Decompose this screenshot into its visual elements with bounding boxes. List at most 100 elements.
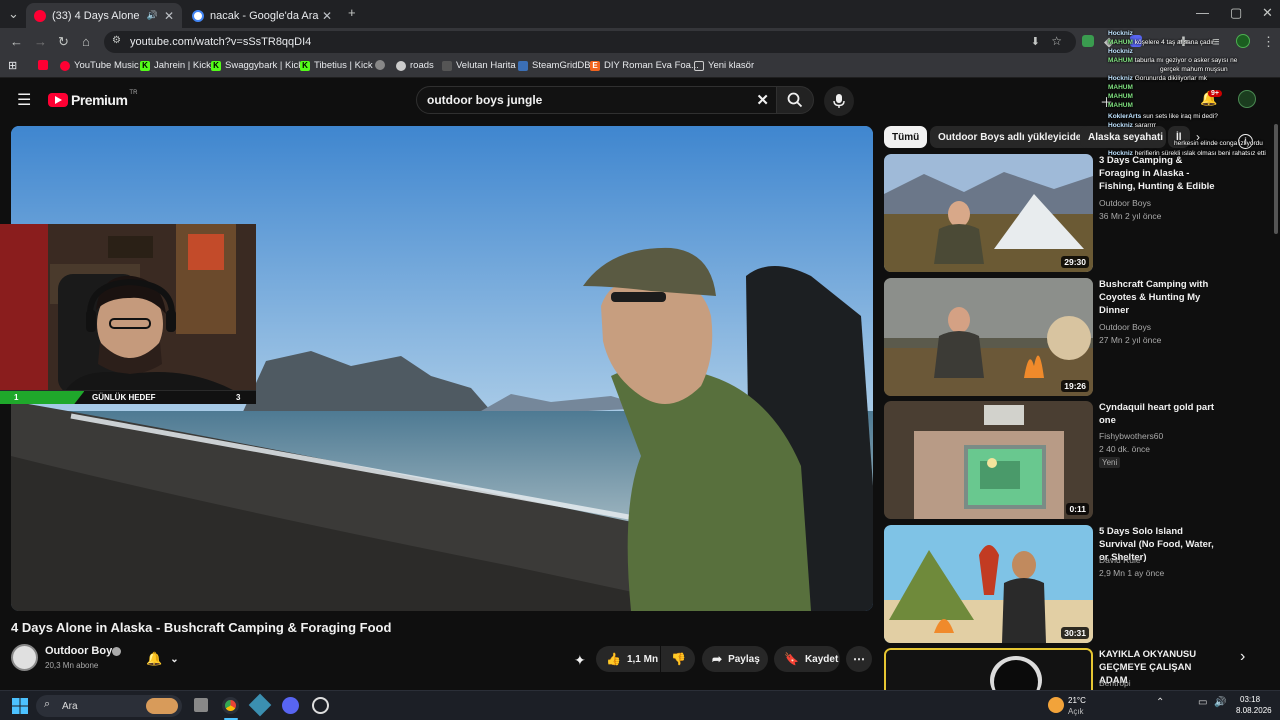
taskbar-search[interactable]: ⌕ Ara: [36, 695, 182, 717]
apps-grid-icon[interactable]: ⊞: [8, 59, 17, 72]
daily-goal-bar: 1 GÜNLÜK HEDEF 3: [0, 390, 256, 404]
dislike-button[interactable]: 👎: [661, 646, 695, 672]
save-label: Kaydet: [804, 653, 839, 665]
channel-name[interactable]: Bentropi: [1099, 678, 1131, 688]
close-tab-icon[interactable]: ✕: [164, 9, 174, 23]
share-button[interactable]: ➦ Paylaş: [702, 646, 768, 672]
bookmark-label: Tibetius | Kick: [314, 60, 373, 71]
url-text: youtube.com/watch?v=sSsTR8qqDI4: [130, 36, 312, 48]
goal-current: 1: [14, 393, 19, 402]
tab-youtube[interactable]: (33) 4 Days Alone in Alaska 🔊 ✕: [26, 3, 182, 28]
video-thumbnail[interactable]: 30:31: [884, 525, 1093, 643]
network-icon[interactable]: ▭: [1198, 697, 1207, 708]
bookmark-label: Swaggybark | Kick: [225, 60, 303, 71]
app-taskbar-icon[interactable]: [248, 693, 272, 717]
like-button[interactable]: 👍 1,1 Mn: [596, 646, 660, 672]
address-bar[interactable]: ⚙ youtube.com/watch?v=sSsTR8qqDI4 ⬇ ☆: [104, 31, 1076, 53]
chat-user: MAHUM: [1108, 39, 1133, 46]
etsy-icon: E: [590, 60, 600, 71]
save-button[interactable]: 🔖 Kaydet: [774, 646, 840, 672]
youtube-logo[interactable]: Premium TR: [48, 90, 137, 108]
discord-taskbar-icon[interactable]: [282, 697, 299, 714]
chip-from-uploader[interactable]: Outdoor Boys adlı yükleyiciden: [930, 126, 1096, 148]
speaker-icon[interactable]: 🔊: [147, 10, 158, 21]
video-thumbnail[interactable]: 29:30: [884, 154, 1093, 272]
minimize-icon[interactable]: —: [1196, 5, 1209, 21]
extension-icon[interactable]: [1082, 35, 1094, 47]
bookmark-steamgriddb[interactable]: SteamGridDB: [518, 60, 591, 71]
bookmark-youtube-icon[interactable]: [38, 60, 52, 70]
folder-icon: [694, 60, 704, 71]
chat-message: herkesin elinde conga izliyordu: [1174, 140, 1263, 148]
recommendation-item[interactable]: 30:31 5 Days Solo Island Survival (No Fo…: [884, 525, 1224, 643]
next-arrow-icon[interactable]: ›: [1240, 648, 1245, 666]
close-window-icon[interactable]: ✕: [1262, 5, 1273, 21]
chrome-taskbar-icon[interactable]: [222, 697, 239, 714]
more-actions-button[interactable]: ⋯: [846, 646, 872, 672]
kick-icon: K: [300, 60, 310, 71]
bookmark-youtube-music[interactable]: YouTube Music: [60, 60, 139, 71]
new-tab-icon[interactable]: +: [348, 5, 356, 21]
recommendation-item[interactable]: 0:11 Cyndaquil heart gold part one Fishy…: [884, 401, 1224, 519]
subscribe-bell-button[interactable]: 🔔 ⌄: [136, 646, 190, 672]
back-icon[interactable]: ←: [10, 34, 23, 50]
chat-text: herkesin elinde conga izliyordu: [1174, 140, 1263, 147]
forward-icon[interactable]: →: [34, 34, 47, 50]
chat-user: Hockniz: [1108, 75, 1133, 82]
site-info-icon[interactable]: ⚙: [112, 35, 121, 46]
channel-avatar[interactable]: [11, 644, 38, 671]
tray-chevron-icon[interactable]: ⌃: [1156, 697, 1164, 708]
thumbs-up-icon: 👍: [606, 652, 621, 666]
channel-name[interactable]: Fishybwothers60: [1099, 431, 1163, 441]
voice-search-button[interactable]: [824, 86, 854, 116]
chat-message: Hockniz: [1108, 30, 1133, 38]
page-scrollbar[interactable]: [1274, 124, 1278, 234]
bookmark-star-icon[interactable]: ☆: [1051, 34, 1062, 48]
bookmark-diy-roman[interactable]: E DIY Roman Eva Foa...: [590, 60, 699, 71]
channel-name[interactable]: Outdoor Boys: [1099, 322, 1151, 332]
hamburger-menu-icon[interactable]: ☰: [17, 90, 31, 110]
task-view-icon[interactable]: [194, 698, 208, 712]
recommendation-item[interactable]: KAYIKLA OKYANUSU GEÇMEYE ÇALIŞAN ADAM Be…: [884, 648, 1224, 690]
bookmark-swaggybark[interactable]: K Swaggybark | Kick: [211, 60, 303, 71]
channel-name[interactable]: Outdoor Boys: [45, 645, 118, 657]
bookmark-jahrein[interactable]: K Jahrein | Kick: [140, 60, 211, 71]
install-icon[interactable]: ⬇: [1031, 35, 1040, 48]
webcam-feed: [0, 224, 256, 404]
search-button[interactable]: [776, 86, 814, 114]
bookmark-globe[interactable]: [375, 60, 389, 70]
tab-search-icon[interactable]: ⌄: [8, 6, 19, 22]
search-input[interactable]: outdoor boys jungle ✕: [416, 86, 778, 114]
ask-ai-icon[interactable]: ✦: [574, 652, 586, 669]
bookmark-velutan[interactable]: Velutan Harita: [442, 60, 516, 71]
bookmark-tibetius[interactable]: K Tibetius | Kick: [300, 60, 373, 71]
chat-user: Hockniz: [1108, 48, 1133, 55]
kick-icon: K: [211, 60, 221, 71]
reload-icon[interactable]: ↻: [58, 34, 69, 50]
bookmark-folder[interactable]: Yeni klasör: [694, 60, 754, 71]
start-button[interactable]: [12, 698, 28, 714]
channel-name[interactable]: David Rule: [1099, 555, 1141, 565]
chat-message: MAHUM köşelere 4 taş al sana çadır: [1108, 39, 1214, 47]
maximize-icon[interactable]: ▢: [1230, 5, 1242, 21]
app-taskbar-icon[interactable]: [312, 697, 329, 714]
chip-all[interactable]: Tümü: [884, 126, 928, 148]
video-thumbnail[interactable]: 19:26: [884, 278, 1093, 396]
bookmark-roads[interactable]: roads: [396, 60, 434, 71]
chat-message: Hockniz sararrrr: [1108, 122, 1156, 130]
microphone-icon: [833, 94, 845, 108]
clock-time[interactable]: 03:18: [1240, 695, 1260, 704]
video-meta: 2,9 Mn 1 ay önce: [1099, 568, 1165, 578]
video-title[interactable]: Bushcraft Camping with Coyotes & Hunting…: [1099, 278, 1219, 317]
home-icon[interactable]: ⌂: [82, 34, 90, 50]
video-title[interactable]: Cyndaquil heart gold part one: [1099, 401, 1219, 427]
thumbnail-image: [884, 525, 1093, 643]
recommendation-item[interactable]: 19:26 Bushcraft Camping with Coyotes & H…: [884, 278, 1224, 396]
video-thumbnail[interactable]: [884, 648, 1093, 690]
tab-google[interactable]: nacak - Google'da Ara ✕: [184, 3, 340, 28]
weather-temp[interactable]: 21°C: [1068, 696, 1086, 705]
volume-icon[interactable]: 🔊: [1214, 697, 1226, 708]
video-thumbnail[interactable]: 0:11: [884, 401, 1093, 519]
clear-search-icon[interactable]: ✕: [756, 91, 769, 109]
close-tab-icon[interactable]: ✕: [322, 9, 332, 23]
